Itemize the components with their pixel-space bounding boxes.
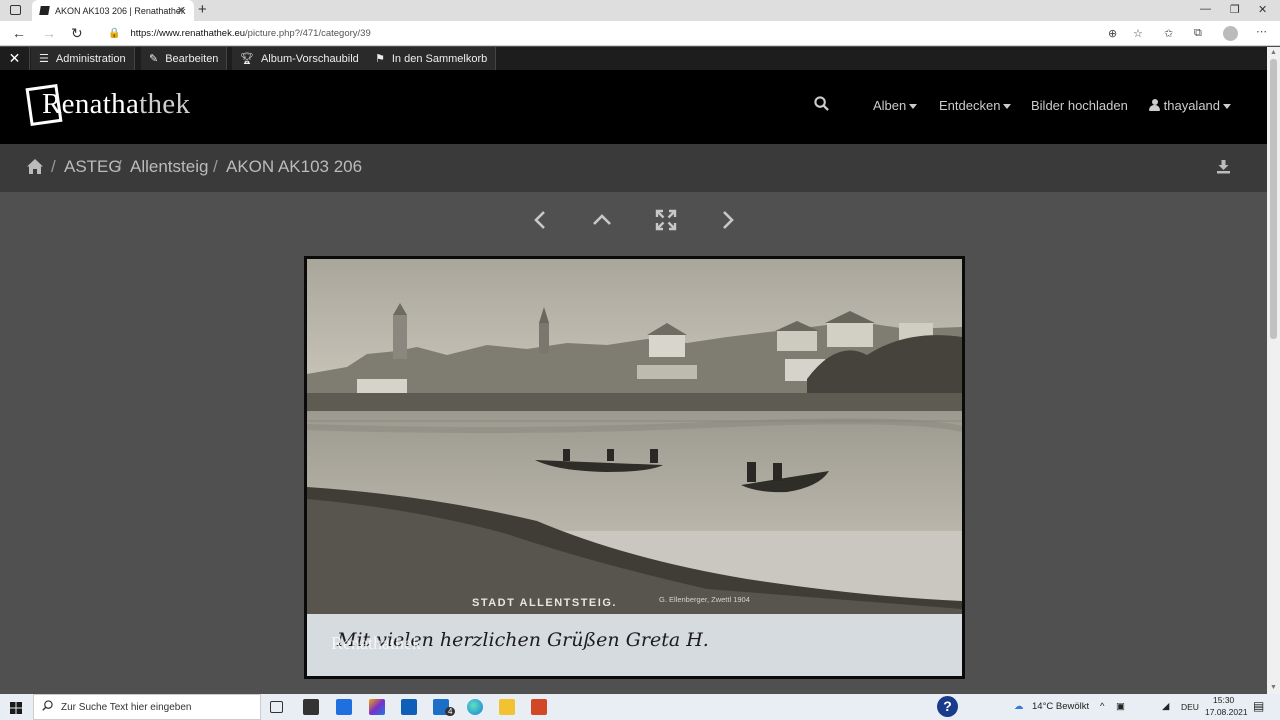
- photo-publisher: G. Ellenberger, Zwettl 1904: [659, 595, 750, 604]
- breadcrumb-separator: /: [117, 157, 122, 176]
- nav-user[interactable]: thayaland: [1149, 98, 1232, 113]
- trophy-icon: 🏆︎: [240, 53, 254, 65]
- lock-icon: 🔒: [108, 28, 121, 39]
- search-icon: [42, 700, 53, 714]
- user-icon: [1149, 99, 1160, 111]
- admin-button-album-thumbnail[interactable]: 🏆︎ Album-Vorschaubild: [232, 47, 368, 70]
- home-icon[interactable]: [26, 158, 44, 180]
- windows-taskbar: Zur Suche Text hier eingeben 4 ? ☁ 14°C …: [0, 694, 1280, 720]
- clock-time[interactable]: 15:30: [1213, 695, 1234, 705]
- store-icon[interactable]: [303, 699, 319, 715]
- url-host: https://www.renathathek.eu: [130, 28, 246, 39]
- edge-icon[interactable]: [467, 699, 483, 715]
- weather-text[interactable]: 14°C Bewölkt: [1032, 701, 1089, 712]
- admin-label: In den Sammelkorb: [391, 52, 488, 65]
- breadcrumb-current: AKON AK103 206: [226, 157, 363, 176]
- chevron-down-icon: [1003, 104, 1012, 110]
- browser-tab[interactable]: AKON AK103 206 | Renathathek ✕: [32, 0, 194, 21]
- postcard-image: STADT ALLENTSTEIG. G. Ellenberger, Zwett…: [307, 259, 962, 676]
- next-icon[interactable]: [721, 209, 735, 237]
- breadcrumb: / ASTEG / Allentsteig / AKON AK103 206: [0, 144, 1267, 192]
- new-tab-icon[interactable]: +: [198, 1, 207, 18]
- tray-expand-icon[interactable]: ^: [1100, 701, 1104, 712]
- admin-button-administration[interactable]: ☰ Administration: [31, 47, 135, 70]
- mail-badge: 4: [445, 707, 456, 716]
- notifications-icon[interactable]: ▤: [1253, 699, 1264, 713]
- tab-close-icon[interactable]: ✕: [177, 4, 186, 17]
- taskbar-search-input[interactable]: Zur Suche Text hier eingeben: [33, 694, 261, 720]
- outlook-icon[interactable]: [401, 699, 417, 715]
- search-icon[interactable]: [814, 96, 829, 114]
- admin-label: Bearbeiten: [165, 52, 219, 65]
- flag-icon: ⚑: [375, 53, 385, 65]
- admin-label: Administration: [55, 52, 126, 65]
- browser-tab-strip: AKON AK103 206 | Renathathek ✕ + — ❐ ✕: [0, 0, 1280, 21]
- minimize-icon[interactable]: —: [1200, 3, 1211, 15]
- tab-title: AKON AK103 206 | Renathathek: [55, 5, 186, 16]
- add-favorite-icon[interactable]: ☆: [1133, 27, 1143, 40]
- photos-app-icon[interactable]: [369, 699, 385, 715]
- page-scrollbar[interactable]: ▲ ▼: [1267, 47, 1280, 694]
- file-explorer-icon[interactable]: [499, 699, 515, 715]
- powerpoint-icon[interactable]: [531, 699, 547, 715]
- admin-button-edit[interactable]: ✎ Bearbeiten: [141, 47, 228, 70]
- nav-explore[interactable]: Entdecken: [939, 98, 1012, 113]
- task-view-icon[interactable]: [270, 701, 283, 713]
- favicon-icon: [39, 6, 50, 15]
- reload-icon[interactable]: ↻: [71, 25, 83, 42]
- admin-button-add-to-basket[interactable]: ⚑ In den Sammelkorb: [367, 47, 497, 70]
- zoom-icon[interactable]: ⊕: [1108, 27, 1117, 40]
- nav-albums[interactable]: Alben: [873, 98, 918, 113]
- search-placeholder: Zur Suche Text hier eingeben: [61, 701, 192, 713]
- url-path: /picture.php?/471/category/39: [245, 28, 371, 39]
- admin-label: Album-Vorschaubild: [260, 52, 359, 65]
- more-icon[interactable]: ⋯: [1256, 25, 1267, 38]
- favorites-icon[interactable]: ✩: [1164, 27, 1173, 40]
- previous-icon[interactable]: [533, 209, 547, 237]
- up-icon[interactable]: [592, 209, 612, 237]
- logo-text: Renathathek: [42, 88, 191, 120]
- tab-actions-icon[interactable]: [10, 5, 21, 15]
- close-admin-icon[interactable]: ✕: [0, 47, 30, 70]
- postcard-photo[interactable]: STADT ALLENTSTEIG. G. Ellenberger, Zwett…: [304, 256, 965, 679]
- fullscreen-icon[interactable]: [655, 209, 677, 237]
- nav-upload[interactable]: Bilder hochladen: [1031, 98, 1128, 113]
- maximize-icon[interactable]: ❐: [1230, 3, 1240, 16]
- site-header: Renathathek Alben Entdecken Bilder hochl…: [0, 70, 1267, 144]
- chevron-down-icon: [1223, 104, 1232, 110]
- download-icon[interactable]: [1216, 159, 1231, 179]
- admin-toolbar: ✕ ☰ Administration ✎ Bearbeiten 🏆︎ Album…: [0, 47, 1267, 70]
- weather-icon[interactable]: ☁: [1014, 701, 1024, 712]
- clock-date[interactable]: 17.08.2021: [1205, 707, 1248, 717]
- language-indicator[interactable]: DEU: [1181, 702, 1199, 712]
- dropbox-icon[interactable]: [336, 699, 352, 715]
- breadcrumb-item[interactable]: ASTEG: [64, 157, 122, 177]
- photo-caption: STADT ALLENTSTEIG.: [472, 597, 617, 609]
- scroll-down-icon[interactable]: ▼: [1270, 684, 1277, 691]
- site-logo[interactable]: Renathathek: [25, 83, 206, 130]
- help-icon[interactable]: ?: [937, 696, 958, 717]
- network-icon[interactable]: ◢: [1162, 701, 1169, 712]
- windows-start-icon[interactable]: [10, 701, 22, 714]
- chevron-down-icon: [909, 104, 918, 110]
- breadcrumb-separator: /: [51, 157, 56, 176]
- scrollbar-thumb[interactable]: [1270, 59, 1277, 339]
- close-window-icon[interactable]: ✕: [1258, 3, 1267, 16]
- tray-apps-icon[interactable]: ▣: [1116, 701, 1125, 712]
- scroll-up-icon[interactable]: ▲: [1270, 49, 1277, 56]
- address-bar: ← → ↻ 🔒 https://www.renathathek.eu/pictu…: [0, 21, 1280, 46]
- profile-avatar[interactable]: [1223, 26, 1238, 41]
- url-field[interactable]: 🔒 https://www.renathathek.eu/picture.php…: [100, 24, 1140, 43]
- forward-icon[interactable]: →: [42, 25, 56, 41]
- pencil-icon: ✎: [149, 53, 159, 65]
- breadcrumb-separator: /: [213, 157, 218, 176]
- photo-watermark: Renathathek: [331, 633, 421, 653]
- back-icon[interactable]: ←: [12, 25, 26, 41]
- breadcrumb-item[interactable]: Allentsteig: [130, 157, 208, 177]
- collections-icon[interactable]: ⧉: [1194, 27, 1202, 40]
- menu-icon: ☰: [39, 53, 49, 65]
